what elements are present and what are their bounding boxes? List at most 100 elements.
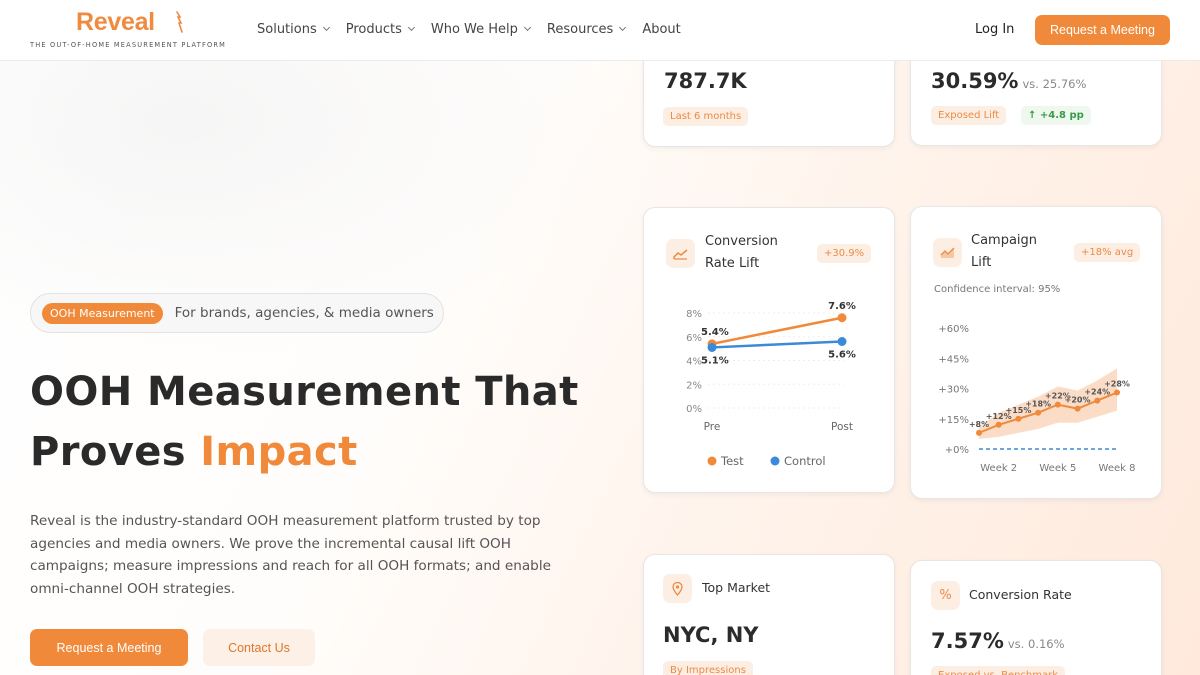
headline-plain: Proves [30, 429, 201, 475]
conversion-lift-chart: 0% 2% 4% 6% 8% Pre Post 5.4% 7.6% Test 5.1% 5.6% Con… [686, 301, 856, 468]
conversion-lift-card: Conversion Rate Lift +30.9% 0% 2% 4% 6% 8% Pr… [643, 207, 895, 493]
data-label: +20% [1065, 396, 1091, 405]
confidence-interval-note: Confidence interval: 95% [934, 284, 1061, 295]
title-line1: Campaign [971, 233, 1038, 248]
data-point [707, 342, 717, 352]
hero-description: Reveal is the industry-standard OOH meas… [30, 513, 551, 597]
chevron-down-icon [619, 23, 627, 32]
pill-text: For brands, agencies, & media owners [174, 305, 434, 321]
conversion-lift-title: Conversion Rate Lift [705, 231, 778, 275]
headline-accent: Impact [200, 429, 358, 475]
data-label: +28% [1104, 380, 1130, 389]
exposed-value-row: 30.59% vs. 25.76% [931, 69, 1086, 93]
arrow-up-icon: ↑ [1028, 110, 1040, 121]
conversion-rate-card: % Conversion Rate 7.57%vs. 0.16% Exposed… [910, 560, 1162, 675]
conversion-rate-vs: vs. 0.16% [1007, 637, 1065, 651]
y-tick-label: 2% [686, 380, 702, 391]
nav-label: Resources [546, 22, 614, 37]
data-point [1094, 397, 1101, 404]
data-point [1015, 415, 1022, 422]
y-tick-label: +0% [945, 445, 969, 456]
request-meeting-button[interactable]: Request a Meeting [30, 629, 188, 666]
nav-about[interactable]: About [642, 22, 680, 37]
top-market-card: Top Market NYC, NY By Impressions [643, 554, 895, 675]
campaign-lift-title: Campaign Lift [971, 230, 1037, 274]
x-tick-label: Week 2 [980, 463, 1017, 474]
pill-tag: OOH Measurement [42, 302, 163, 324]
legend-swatch [707, 456, 717, 466]
nav-who-we-help[interactable]: Who We Help [430, 22, 531, 37]
data-label: 5.6% [828, 350, 856, 361]
site-header: Reveal THE OUT-OF-HOME MEASUREMENT PLATF… [0, 0, 1200, 61]
nav-label: Who We Help [430, 22, 518, 37]
exposed-vs: vs. 25.76% [1022, 77, 1087, 91]
y-tick-label: +15% [938, 415, 969, 426]
line-chart-icon [666, 239, 695, 268]
top-market-title: Top Market [702, 580, 771, 595]
data-point [995, 421, 1002, 428]
area-chart-icon [933, 238, 962, 267]
title-line1: Conversion [705, 234, 778, 249]
brand-logo[interactable]: Reveal [76, 8, 155, 37]
hero-headline-line2: Proves Impact [30, 432, 358, 472]
request-meeting-header-button[interactable]: Request a Meeting [1035, 15, 1170, 45]
data-label: +24% [1084, 388, 1110, 397]
nav-label: Solutions [257, 22, 317, 37]
data-label: +8% [969, 420, 989, 429]
campaign-lift-badge: +18% avg [1074, 243, 1141, 262]
y-tick-label: 0% [686, 404, 702, 415]
data-point [1114, 389, 1120, 396]
data-label: 7.6% [828, 301, 856, 312]
y-tick-label: 8% [686, 309, 702, 320]
hero-headline-line1: OOH Measurement That [30, 369, 579, 415]
exposed-lift-chip: Exposed Lift [931, 106, 1007, 125]
conversion-rate-value: 7.57% [931, 629, 1004, 653]
data-label: +18% [1025, 400, 1051, 409]
data-point [976, 429, 982, 436]
campaign-lift-chart: +0%+15%+30%+45%+60%+8%+12%+15%+18%+22%+2… [938, 324, 1136, 474]
data-point [837, 313, 847, 323]
top-market-value: NYC, NY [663, 623, 759, 647]
data-label: 5.1% [701, 355, 729, 366]
conversion-rate-row: 7.57% vs. 0.16% [931, 629, 1065, 653]
x-tick-label: Week 5 [1039, 463, 1076, 474]
legend-label: Test [720, 454, 744, 468]
x-tick-label: Week 8 [1099, 463, 1136, 474]
title-line2: Lift [971, 255, 992, 270]
title-line2: Rate Lift [705, 256, 760, 271]
series-line [711, 316, 843, 346]
x-tick-label: Post [831, 421, 853, 433]
percent-icon: % [931, 581, 960, 610]
logo-mark-icon [176, 11, 183, 33]
legend-swatch [770, 456, 780, 466]
chevron-down-icon [322, 23, 330, 32]
exposed-delta-chip: ↑ +4.8 pp [1021, 106, 1091, 125]
nav-label: About [642, 22, 681, 37]
reach-value: 787.7K [664, 69, 747, 93]
nav-products[interactable]: Products [345, 22, 415, 37]
nav-solutions[interactable]: Solutions [257, 22, 330, 37]
delta-value: +4.8 pp [1039, 110, 1084, 121]
location-pin-icon [663, 574, 692, 603]
conversion-rate-title: Conversion Rate [969, 587, 1072, 602]
conversion-lift-badge: +30.9% [817, 244, 872, 263]
data-point [1074, 405, 1081, 412]
reach-period-chip: Last 6 months [663, 107, 749, 126]
y-tick-label: 6% [686, 333, 702, 344]
data-point [837, 337, 847, 346]
chevron-down-icon [407, 23, 415, 32]
campaign-lift-card: Campaign Lift +18% avg Confidence interv… [910, 206, 1162, 499]
conversion-rate-chip: Exposed vs. Benchmark [931, 666, 1066, 675]
nav-label: Products [345, 22, 402, 37]
exposed-value: 30.59% [931, 69, 1019, 93]
y-tick-label: +45% [938, 354, 969, 365]
data-label: 5.4% [701, 327, 729, 338]
y-tick-label: 4% [686, 357, 702, 368]
brand-tagline: THE OUT-OF-HOME MEASUREMENT PLATFORM [30, 41, 227, 49]
contact-us-button[interactable]: Contact Us [203, 629, 315, 666]
x-tick-label: Pre [704, 421, 721, 433]
nav-resources[interactable]: Resources [546, 22, 627, 37]
main-nav: Solutions Products Who We Help Resources… [257, 22, 698, 37]
chevron-down-icon [523, 23, 531, 32]
login-link[interactable]: Log In [975, 22, 1014, 37]
